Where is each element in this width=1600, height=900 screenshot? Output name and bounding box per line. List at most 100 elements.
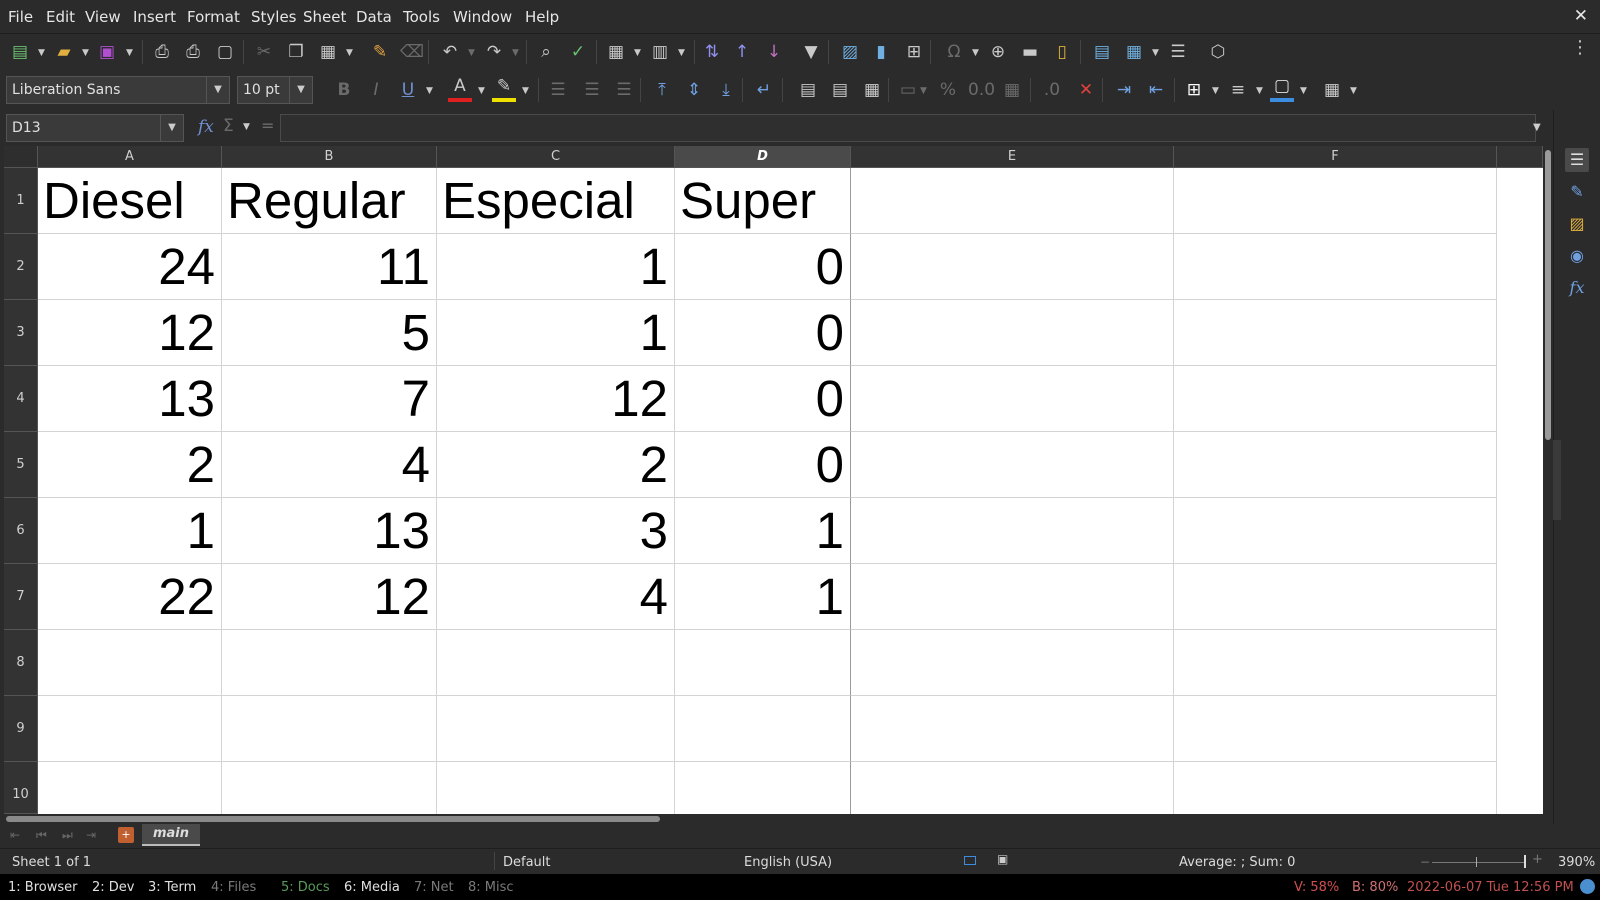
cell-f4[interactable] (1174, 366, 1497, 432)
borders-icon[interactable]: ⊞ (1182, 78, 1206, 102)
menu-styles[interactable]: Styles (251, 8, 297, 26)
underline-icon[interactable]: U (396, 78, 420, 102)
pivot-table-icon[interactable]: ⊞ (902, 40, 926, 64)
cell-b1[interactable]: Regular (222, 168, 437, 234)
cell-c7[interactable]: 4 (437, 564, 675, 630)
spelling-icon[interactable]: ✓ (566, 40, 590, 64)
functions-icon[interactable]: fx (1565, 276, 1589, 300)
bold-icon[interactable]: B (332, 78, 356, 102)
sheet-tab-main[interactable]: main (142, 824, 200, 846)
redo-icon[interactable]: ↷ (482, 40, 506, 64)
undo-dropdown-icon[interactable]: ▼ (468, 48, 475, 58)
cut-icon[interactable]: ✂ (252, 40, 276, 64)
align-bottom-icon[interactable]: ⤓ (714, 78, 738, 102)
cell-d1[interactable]: Super (675, 168, 851, 234)
zoom-in-icon[interactable]: + (1532, 852, 1543, 867)
freeze-dropdown-icon[interactable]: ▼ (1152, 48, 1159, 58)
column-header-f[interactable]: F (1174, 146, 1497, 168)
cell-f2[interactable] (1174, 234, 1497, 300)
menu-help[interactable]: Help (525, 8, 559, 26)
undo-icon[interactable]: ↶ (438, 40, 462, 64)
zoom-level[interactable]: 390% (1558, 855, 1595, 870)
cell-b6[interactable]: 13 (222, 498, 437, 564)
cell-d4[interactable]: 0 (675, 366, 851, 432)
cell-c2[interactable]: 1 (437, 234, 675, 300)
highlight-dropdown-icon[interactable]: ▼ (522, 86, 529, 96)
split-window-icon[interactable]: ☰ (1166, 40, 1190, 64)
column-icon[interactable]: ▥ (648, 40, 672, 64)
add-decimal-icon[interactable]: .0 (1040, 78, 1064, 102)
hyperlink-icon[interactable]: ⊕ (986, 40, 1010, 64)
menu-insert[interactable]: Insert (133, 8, 176, 26)
row-header-8[interactable]: 8 (4, 630, 38, 696)
cell-b4[interactable]: 7 (222, 366, 437, 432)
zoom-slider-handle[interactable] (1524, 855, 1526, 868)
font-size-dropdown-icon[interactable]: ▼ (289, 77, 312, 103)
autofilter-icon[interactable]: ▼ (799, 40, 823, 64)
cell-f7[interactable] (1174, 564, 1497, 630)
cell-d5[interactable]: 0 (675, 432, 851, 498)
align-center-icon[interactable]: ☰ (580, 78, 604, 102)
cell-c8[interactable] (437, 630, 675, 696)
clear-formatting-icon[interactable]: ⌫ (400, 40, 424, 64)
cell-a6[interactable]: 1 (38, 498, 222, 564)
selection-mode-icon[interactable] (964, 856, 976, 865)
workspace-6[interactable]: 6: Media (344, 880, 400, 895)
row-header-1[interactable]: 1 (4, 168, 38, 234)
cell-e5[interactable] (851, 432, 1174, 498)
cell-f9[interactable] (1174, 696, 1497, 762)
cell-d10[interactable] (675, 762, 851, 814)
cell-e9[interactable] (851, 696, 1174, 762)
define-print-area-icon[interactable]: ▤ (1090, 40, 1114, 64)
zoom-out-icon[interactable]: − (1420, 855, 1430, 869)
date-format-icon[interactable]: ▦ (1000, 78, 1024, 102)
sum-icon[interactable]: Σ (223, 116, 234, 136)
number-format-icon[interactable]: 0.0 (968, 78, 995, 102)
next-sheet-icon[interactable]: ⏭ (62, 828, 73, 843)
previous-sheet-icon[interactable]: ⏮ (36, 828, 47, 843)
cell-f3[interactable] (1174, 300, 1497, 366)
row-icon[interactable]: ▦ (604, 40, 628, 64)
cell-f6[interactable] (1174, 498, 1497, 564)
row-header-5[interactable]: 5 (4, 432, 38, 498)
cell-c4[interactable]: 12 (437, 366, 675, 432)
column-header-a[interactable]: A (38, 146, 222, 168)
borders-dropdown-icon[interactable]: ▼ (1212, 86, 1219, 96)
more-options-icon[interactable]: ⋮ (1568, 36, 1592, 60)
formula-input[interactable] (280, 114, 1536, 142)
cell-b2[interactable]: 11 (222, 234, 437, 300)
menu-edit[interactable]: Edit (46, 8, 75, 26)
special-character-icon[interactable]: Ω (942, 40, 966, 64)
merge-center-icon[interactable]: ▤ (796, 78, 820, 102)
row-dropdown-icon[interactable]: ▼ (634, 48, 641, 58)
row-header-6[interactable]: 6 (4, 498, 38, 564)
cell-e6[interactable] (851, 498, 1174, 564)
italic-icon[interactable]: I (364, 78, 388, 102)
redo-dropdown-icon[interactable]: ▼ (512, 48, 519, 58)
increase-indent-icon[interactable]: ⇥ (1112, 78, 1136, 102)
highlight-color-icon[interactable]: ✎ (492, 76, 516, 102)
border-style-dropdown-icon[interactable]: ▼ (1256, 86, 1263, 96)
column-header-g-partial[interactable] (1497, 146, 1543, 168)
border-color-dropdown-icon[interactable]: ▼ (1300, 86, 1307, 96)
cell-b3[interactable]: 5 (222, 300, 437, 366)
percent-format-icon[interactable]: % (936, 78, 960, 102)
cell-e8[interactable] (851, 630, 1174, 696)
cell-a7[interactable]: 22 (38, 564, 222, 630)
font-color-icon[interactable]: A (448, 76, 472, 102)
save-icon[interactable]: ▣ (95, 40, 119, 64)
new-dropdown-icon[interactable]: ▼ (38, 48, 45, 58)
add-sheet-icon[interactable]: + (118, 827, 134, 843)
border-color-icon[interactable]: ▢ (1270, 76, 1294, 102)
column-header-b[interactable]: B (222, 146, 437, 168)
save-dropdown-icon[interactable]: ▼ (126, 48, 133, 58)
delete-decimal-icon[interactable]: ✕ (1074, 78, 1098, 102)
expand-formula-bar-icon[interactable]: ▼ (1533, 122, 1541, 133)
find-replace-icon[interactable]: ⌕ (534, 40, 558, 64)
cell-d2[interactable]: 0 (675, 234, 851, 300)
cell-f10[interactable] (1174, 762, 1497, 814)
cell-e4[interactable] (851, 366, 1174, 432)
row-header-7[interactable]: 7 (4, 564, 38, 630)
workspace-3[interactable]: 3: Term (148, 880, 196, 895)
cell-b5[interactable]: 4 (222, 432, 437, 498)
